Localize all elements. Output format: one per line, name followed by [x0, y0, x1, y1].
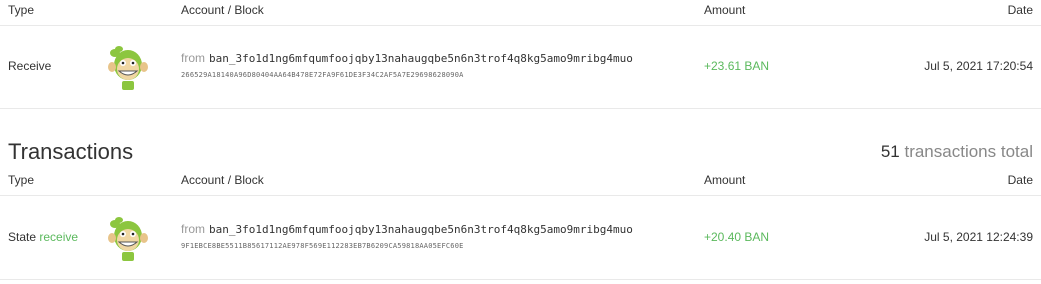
type-receive: Receive — [8, 59, 52, 73]
header-amount: Amount — [704, 173, 746, 187]
account-address-link[interactable]: ban_3fo1d1ng6mfqumfoojqby13nahaugqbe5n6n… — [209, 52, 633, 65]
header-type: Type — [8, 3, 35, 17]
header-account-block: Account / Block — [181, 173, 264, 187]
divider — [0, 195, 1041, 196]
block-hash-link[interactable]: 266529A18140A96D80404AA64B478E72FA9F61DE… — [181, 71, 464, 79]
type-state-receive: State receive — [8, 230, 78, 244]
from-address-line: from ban_3fo1d1ng6mfqumfoojqby13nahaugqbe… — [181, 222, 633, 236]
block-hash-link[interactable]: 9F1EBCE8BE5511B85617112AE978F569E112283E… — [181, 242, 464, 250]
date-value: Jul 5, 2021 12:24:39 — [924, 230, 1033, 244]
header-date: Date — [1007, 3, 1033, 17]
type-receive: receive — [39, 230, 79, 244]
header-amount: Amount — [704, 3, 746, 17]
monkey-avatar-icon[interactable] — [106, 216, 150, 262]
from-address-line: from ban_3fo1d1ng6mfqumfoojqby13nahaugqbe… — [181, 51, 633, 65]
monkey-avatar-icon[interactable] — [106, 45, 150, 91]
divider — [0, 108, 1041, 109]
pending-table-header: Type Account / Block Amount Date — [0, 3, 1041, 23]
date-value: Jul 5, 2021 17:20:54 — [924, 59, 1033, 73]
transactions-count-label: transactions total — [899, 142, 1033, 161]
divider — [0, 279, 1041, 280]
from-label: from — [181, 222, 205, 236]
type-prefix: State — [8, 230, 37, 244]
table-row: Receive from ban_3fo1d1ng6mfqumfoojqby13n… — [0, 26, 1041, 108]
amount-value: +23.61 BAN — [704, 59, 770, 73]
from-label: from — [181, 51, 205, 65]
amount-value: +20.40 BAN — [704, 230, 770, 244]
account-address-link[interactable]: ban_3fo1d1ng6mfqumfoojqby13nahaugqbe5n6n… — [209, 223, 633, 236]
header-type: Type — [8, 173, 35, 187]
header-date: Date — [1007, 173, 1033, 187]
table-row: State receive from ban_3fo1d1ng6mfqumfooj… — [0, 197, 1041, 279]
section-title: Transactions — [8, 139, 134, 164]
header-account-block: Account / Block — [181, 3, 264, 17]
transactions-total: 51 transactions total — [881, 142, 1033, 162]
transactions-count: 51 — [880, 142, 900, 161]
transactions-table-header: Type Account / Block Amount Date — [0, 173, 1041, 193]
